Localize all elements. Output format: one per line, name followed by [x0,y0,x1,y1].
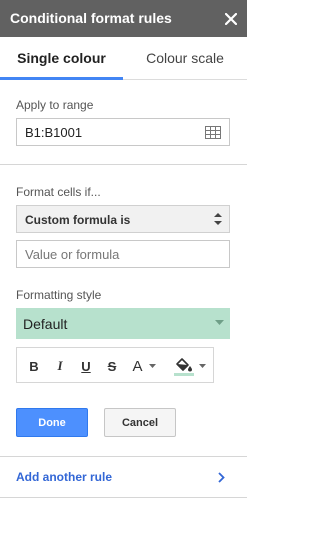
cancel-button[interactable]: Cancel [104,408,176,437]
italic-button[interactable]: I [51,356,69,376]
style-preset-label: Default [23,316,68,332]
chevron-down-icon [198,363,206,368]
text-format-toolbar: B I U S A [16,347,214,383]
close-button[interactable] [221,9,241,29]
sidebar-header: Conditional format rules [0,0,247,37]
formatting-style-label: Formatting style [16,288,102,302]
underline-button[interactable]: U [77,356,95,376]
condition-select[interactable]: Custom formula is [16,205,230,233]
condition-selected: Custom formula is [25,213,131,227]
bold-button[interactable]: B [25,356,43,376]
grid-select-icon[interactable] [205,126,221,139]
rule-type-tabs: Single colour Colour scale [0,37,247,80]
strikethrough-button[interactable]: S [103,356,121,376]
done-button[interactable]: Done [16,408,88,437]
section-divider [0,164,247,165]
chevron-right-icon [218,472,225,483]
add-rule-label: Add another rule [16,470,113,484]
formatting-style-select[interactable]: Default [16,308,230,339]
value-formula-input[interactable] [16,240,230,268]
fill-color-button[interactable] [169,356,209,376]
tab-colour-scale[interactable]: Colour scale [123,37,247,79]
paint-bucket-icon [173,358,194,376]
chevron-down-icon [148,363,156,368]
text-color-button[interactable]: A [127,356,161,376]
close-icon [225,13,237,25]
tab-single-colour[interactable]: Single colour [0,37,123,80]
format-cells-label: Format cells if... [16,185,101,199]
range-input[interactable]: B1:B1001 [16,118,230,146]
text-color-glyph: A [132,357,143,375]
apply-range-label: Apply to range [16,98,94,112]
add-another-rule-link[interactable]: Add another rule [0,456,247,498]
chevron-down-icon [215,320,224,325]
range-value: B1:B1001 [25,125,83,140]
sidebar-title: Conditional format rules [10,10,172,26]
select-arrows-icon [214,213,222,225]
